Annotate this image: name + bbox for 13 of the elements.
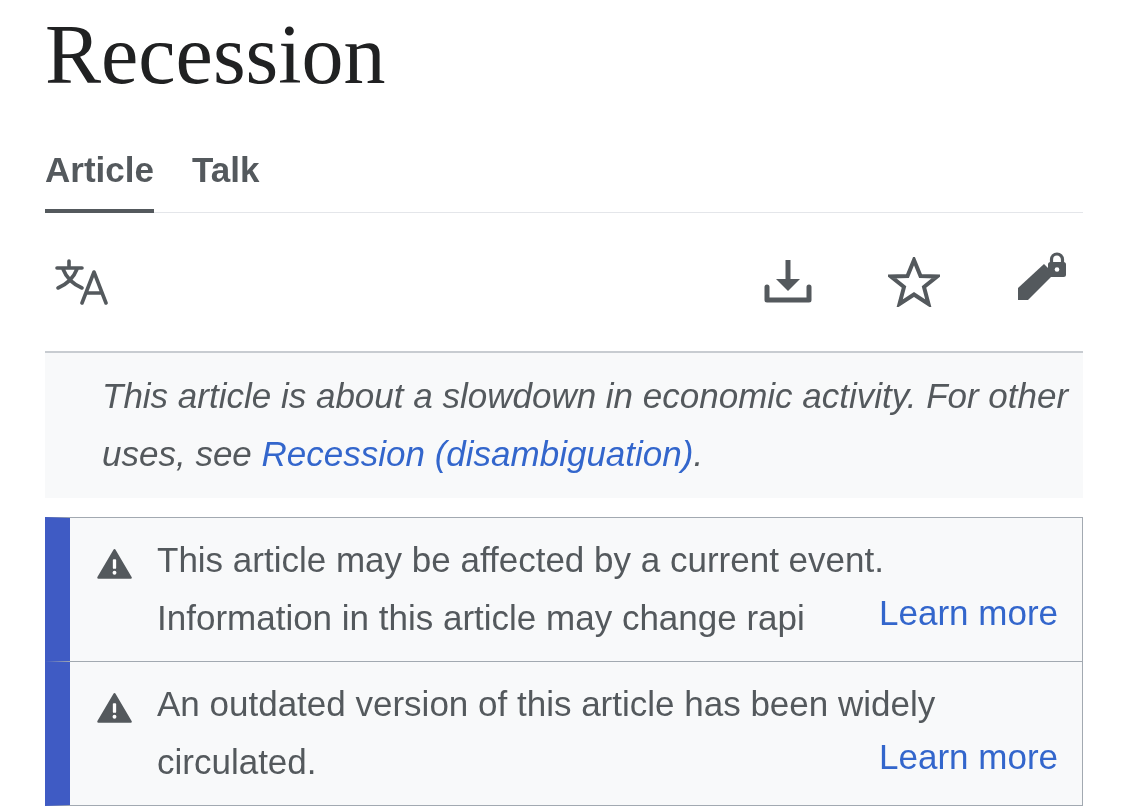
star-icon[interactable]	[888, 257, 940, 307]
warning-icon	[97, 692, 132, 724]
learn-more-link[interactable]: Learn more	[879, 589, 1058, 637]
tab[interactable]: Article	[45, 150, 154, 213]
hatnote-text: This article is about a slowdown in economic activity. For other uses, see Recession (disambiguation).	[102, 375, 1071, 475]
download-icon[interactable]	[763, 258, 813, 306]
page-title: Recession	[45, 7, 387, 102]
notice-text: An outdated version of this article has been widely circulated. Learn more	[157, 683, 1058, 783]
disambiguation-link[interactable]: Recession (disambiguation)	[261, 434, 694, 473]
tab[interactable]: Talk	[191, 150, 260, 213]
notice-text: This article may be affected by a current event. Information in this article may change rapi Learn more	[157, 539, 1058, 639]
learn-more-link[interactable]: Learn more	[879, 733, 1058, 781]
warning-icon	[97, 548, 132, 580]
